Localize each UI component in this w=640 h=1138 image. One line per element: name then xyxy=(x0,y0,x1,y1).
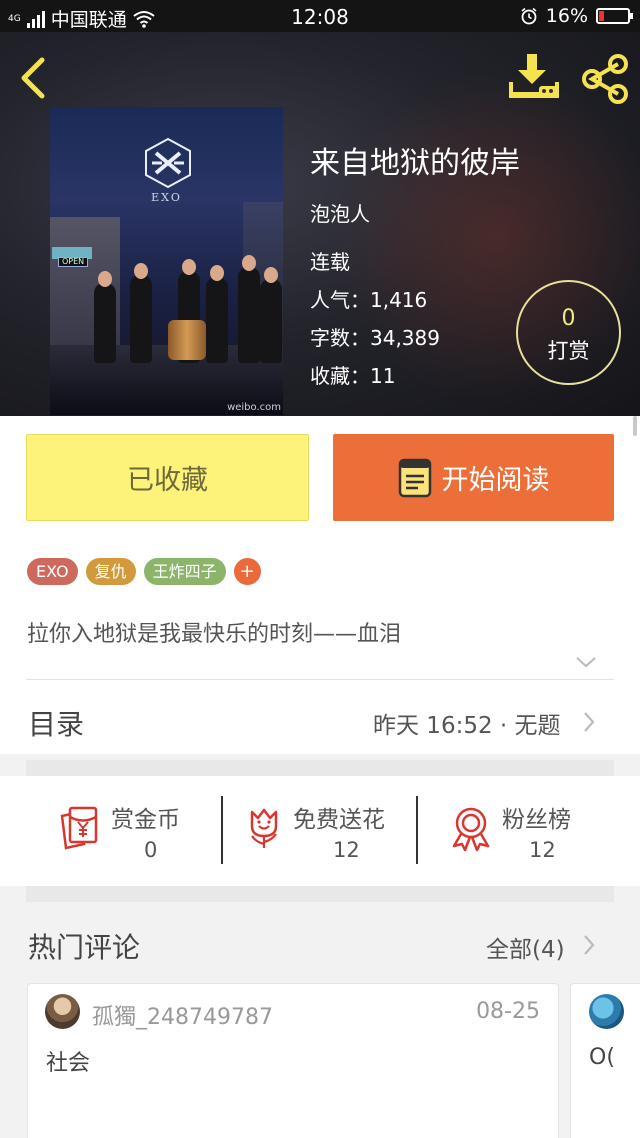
cover-open-sign: OPEN xyxy=(58,257,88,267)
share-icon[interactable] xyxy=(578,52,632,106)
start-reading-button[interactable]: 开始阅读 xyxy=(333,434,614,521)
cover-figure xyxy=(94,283,116,363)
cover-figure xyxy=(260,279,282,363)
favorited-button[interactable]: 已收藏 xyxy=(26,434,309,521)
tag-list: EXO 复仇 王炸四子 + xyxy=(27,558,261,585)
scrollbar[interactable] xyxy=(633,416,637,436)
cover-figure xyxy=(206,277,228,363)
cover-figure-head xyxy=(264,267,278,283)
fan-ranking-stat[interactable]: 粉丝榜 12 xyxy=(450,800,590,872)
cover-barrel xyxy=(168,320,206,360)
add-tag-button[interactable]: + xyxy=(233,558,261,585)
toc-label[interactable]: 目录 xyxy=(28,703,84,743)
cover-figure xyxy=(130,275,152,363)
tag-chip[interactable]: 复仇 xyxy=(85,558,136,585)
section-separator xyxy=(26,886,614,902)
cover-figure-head xyxy=(98,271,112,287)
battery-percent: 16% xyxy=(545,5,588,27)
comment-date: 08-25 xyxy=(476,999,540,1024)
back-chevron-icon[interactable] xyxy=(14,54,54,102)
expand-chevron-icon[interactable] xyxy=(575,654,597,670)
alarm-icon xyxy=(521,7,537,25)
reward-button[interactable]: 0 打赏 xyxy=(516,280,621,385)
free-flower-label: 免费送花 xyxy=(293,807,385,833)
comment-card[interactable]: O( xyxy=(570,983,640,1138)
divider xyxy=(416,796,418,864)
book-header: EXO OPEN weibo.com 来自地狱的彼岸 泡泡人 连载 人气：1,4… xyxy=(0,32,640,416)
reward-label: 打赏 xyxy=(547,339,590,363)
cover-figure-head xyxy=(242,255,256,271)
chevron-right-icon[interactable] xyxy=(582,711,596,733)
red-packet-icon xyxy=(60,806,98,850)
coin-reward-label: 赏金币 xyxy=(111,807,180,833)
all-comments-link[interactable]: 全部(4) xyxy=(486,930,565,964)
divider xyxy=(221,796,223,864)
avatar[interactable] xyxy=(589,994,624,1029)
free-flower-stat[interactable]: 免费送花 12 xyxy=(244,800,404,872)
toc-latest-chapter[interactable]: 昨天 16:52 · 无题 xyxy=(373,706,561,740)
book-cover[interactable]: EXO OPEN weibo.com xyxy=(50,107,283,415)
comment-card[interactable]: 孤獨_248749787 08-25 社会 xyxy=(27,983,559,1138)
book-popularity: 人气：1,416 xyxy=(310,288,428,312)
book-status: 连载 xyxy=(310,250,350,274)
book-word-count: 字数：34,389 xyxy=(310,326,440,350)
medal-icon xyxy=(452,807,490,852)
battery-icon xyxy=(596,8,633,24)
tag-chip[interactable]: EXO xyxy=(27,558,78,585)
book-author[interactable]: 泡泡人 xyxy=(310,198,370,227)
start-reading-label: 开始阅读 xyxy=(441,465,550,496)
exo-logo-icon xyxy=(145,137,191,189)
cover-figure-head xyxy=(134,263,148,279)
book-icon xyxy=(398,458,431,497)
avatar[interactable] xyxy=(45,994,80,1029)
reward-count: 0 xyxy=(561,306,576,331)
fan-ranking-label: 粉丝榜 xyxy=(502,807,571,833)
section-separator xyxy=(26,760,614,776)
coin-reward-stat[interactable]: 赏金币 0 xyxy=(56,800,206,872)
favorited-label: 已收藏 xyxy=(127,465,208,496)
book-title: 来自地狱的彼岸 xyxy=(310,146,520,181)
comment-username[interactable]: 孤獨_248749787 xyxy=(92,999,273,1031)
download-icon[interactable] xyxy=(505,52,561,102)
tag-chip[interactable]: 王炸四子 xyxy=(143,558,226,585)
flower-icon xyxy=(250,808,278,848)
comment-text: 社会 xyxy=(46,1051,91,1076)
comment-text: O( xyxy=(589,1045,615,1070)
cover-open-text: OPEN xyxy=(62,257,85,266)
coin-reward-value: 0 xyxy=(144,838,158,862)
book-summary: 拉你入地狱是我最快乐的时刻——血泪 xyxy=(27,622,402,647)
fan-ranking-value: 12 xyxy=(529,838,556,862)
status-bar: 4G 中国联通 12:08 16% xyxy=(0,0,640,32)
chevron-right-icon[interactable] xyxy=(582,934,596,956)
divider xyxy=(26,679,614,680)
free-flower-value: 12 xyxy=(333,838,360,862)
cover-watermark: weibo.com xyxy=(227,402,281,413)
cover-figure-head xyxy=(210,265,224,281)
hot-comments-title: 热门评论 xyxy=(28,931,141,964)
cover-figure xyxy=(238,267,260,363)
cover-figure-head xyxy=(182,259,196,275)
book-favorites: 收藏：11 xyxy=(310,364,396,388)
